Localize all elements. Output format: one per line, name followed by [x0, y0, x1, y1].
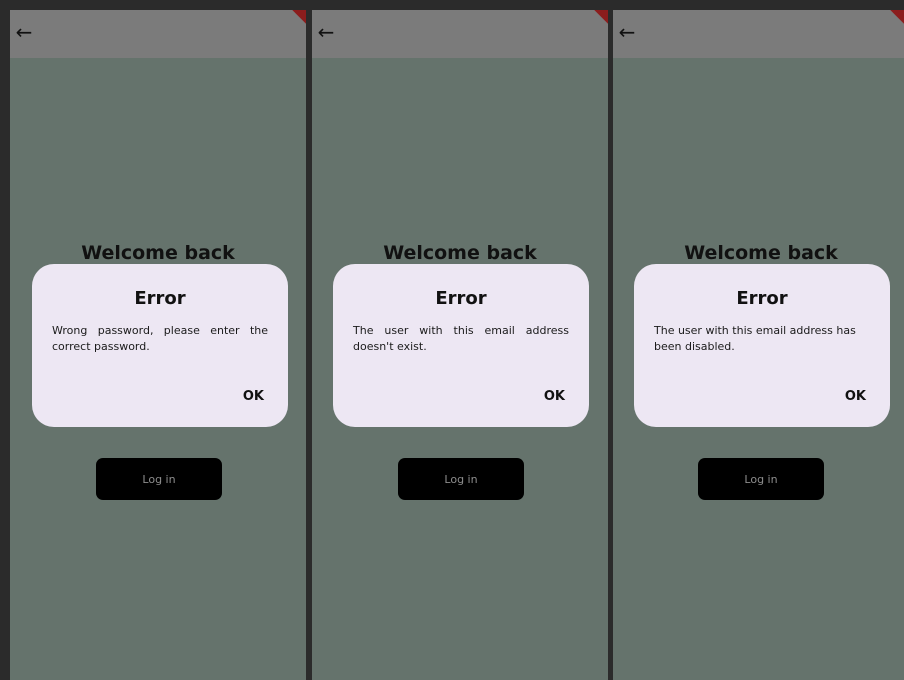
welcome-heading: Welcome back: [383, 242, 537, 264]
dialog-title: Error: [435, 288, 487, 309]
dialog-title: Error: [736, 288, 788, 309]
dialog-title: Error: [134, 288, 186, 309]
back-arrow-icon[interactable]: ←: [12, 18, 36, 46]
app-bar: ←: [312, 10, 608, 58]
login-button-label: Log in: [142, 472, 176, 486]
login-button-label: Log in: [444, 472, 478, 486]
phone-screen-1: ← Welcome back Log in Error Wrong passwo…: [10, 10, 306, 680]
login-button[interactable]: Log in: [398, 458, 524, 500]
phone-screen-2: ← Welcome back Log in Error The user wit…: [312, 10, 608, 680]
login-button[interactable]: Log in: [96, 458, 222, 500]
phone-screen-3: ← Welcome back Log in Error The user wit…: [613, 10, 904, 680]
error-dialog: Error The user with this email address h…: [634, 264, 890, 427]
error-dialog: Error Wrong password, please enter the c…: [32, 264, 288, 427]
ok-button[interactable]: OK: [544, 389, 565, 404]
error-dialog: Error The user with this email address d…: [333, 264, 589, 427]
back-arrow-icon[interactable]: ←: [615, 18, 639, 46]
app-bar: ←: [613, 10, 904, 58]
ok-button[interactable]: OK: [845, 389, 866, 404]
app-bar: ←: [10, 10, 306, 58]
login-button[interactable]: Log in: [698, 458, 824, 500]
dialog-message: The user with this email address doesn't…: [353, 324, 569, 353]
login-button-label: Log in: [744, 472, 778, 486]
ok-button[interactable]: OK: [243, 389, 264, 404]
dialog-message: The user with this email address has bee…: [654, 324, 856, 353]
dialog-message: Wrong password, please enter the correct…: [52, 324, 268, 353]
welcome-heading: Welcome back: [684, 242, 838, 264]
back-arrow-icon[interactable]: ←: [314, 18, 338, 46]
welcome-heading: Welcome back: [81, 242, 235, 264]
